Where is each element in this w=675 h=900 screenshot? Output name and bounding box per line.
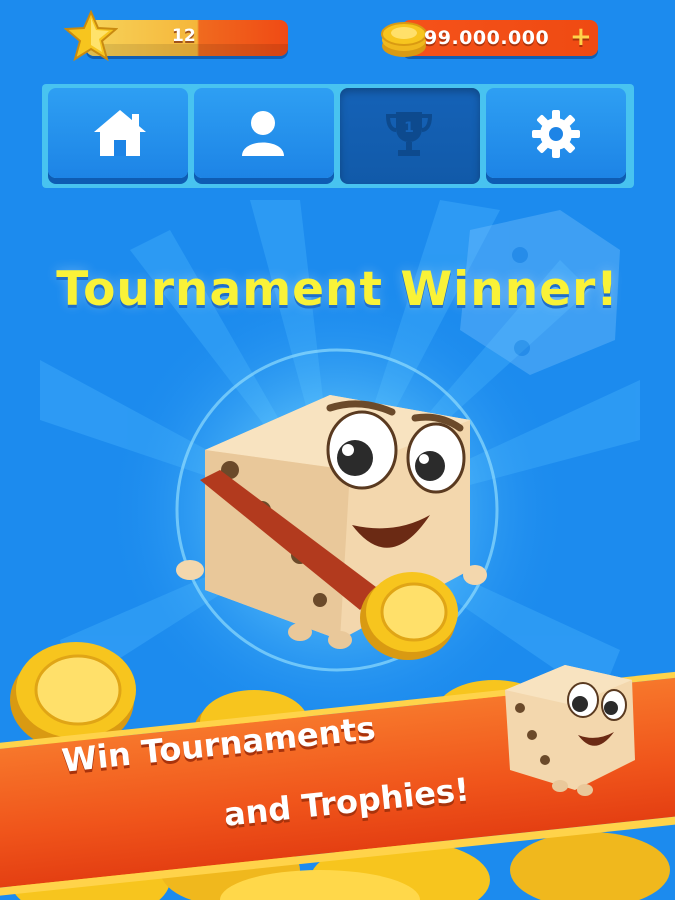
small-dice-character	[505, 665, 635, 796]
game-screen: 12 99.000.000 + 1 Tournament Winner! Win…	[0, 0, 675, 900]
